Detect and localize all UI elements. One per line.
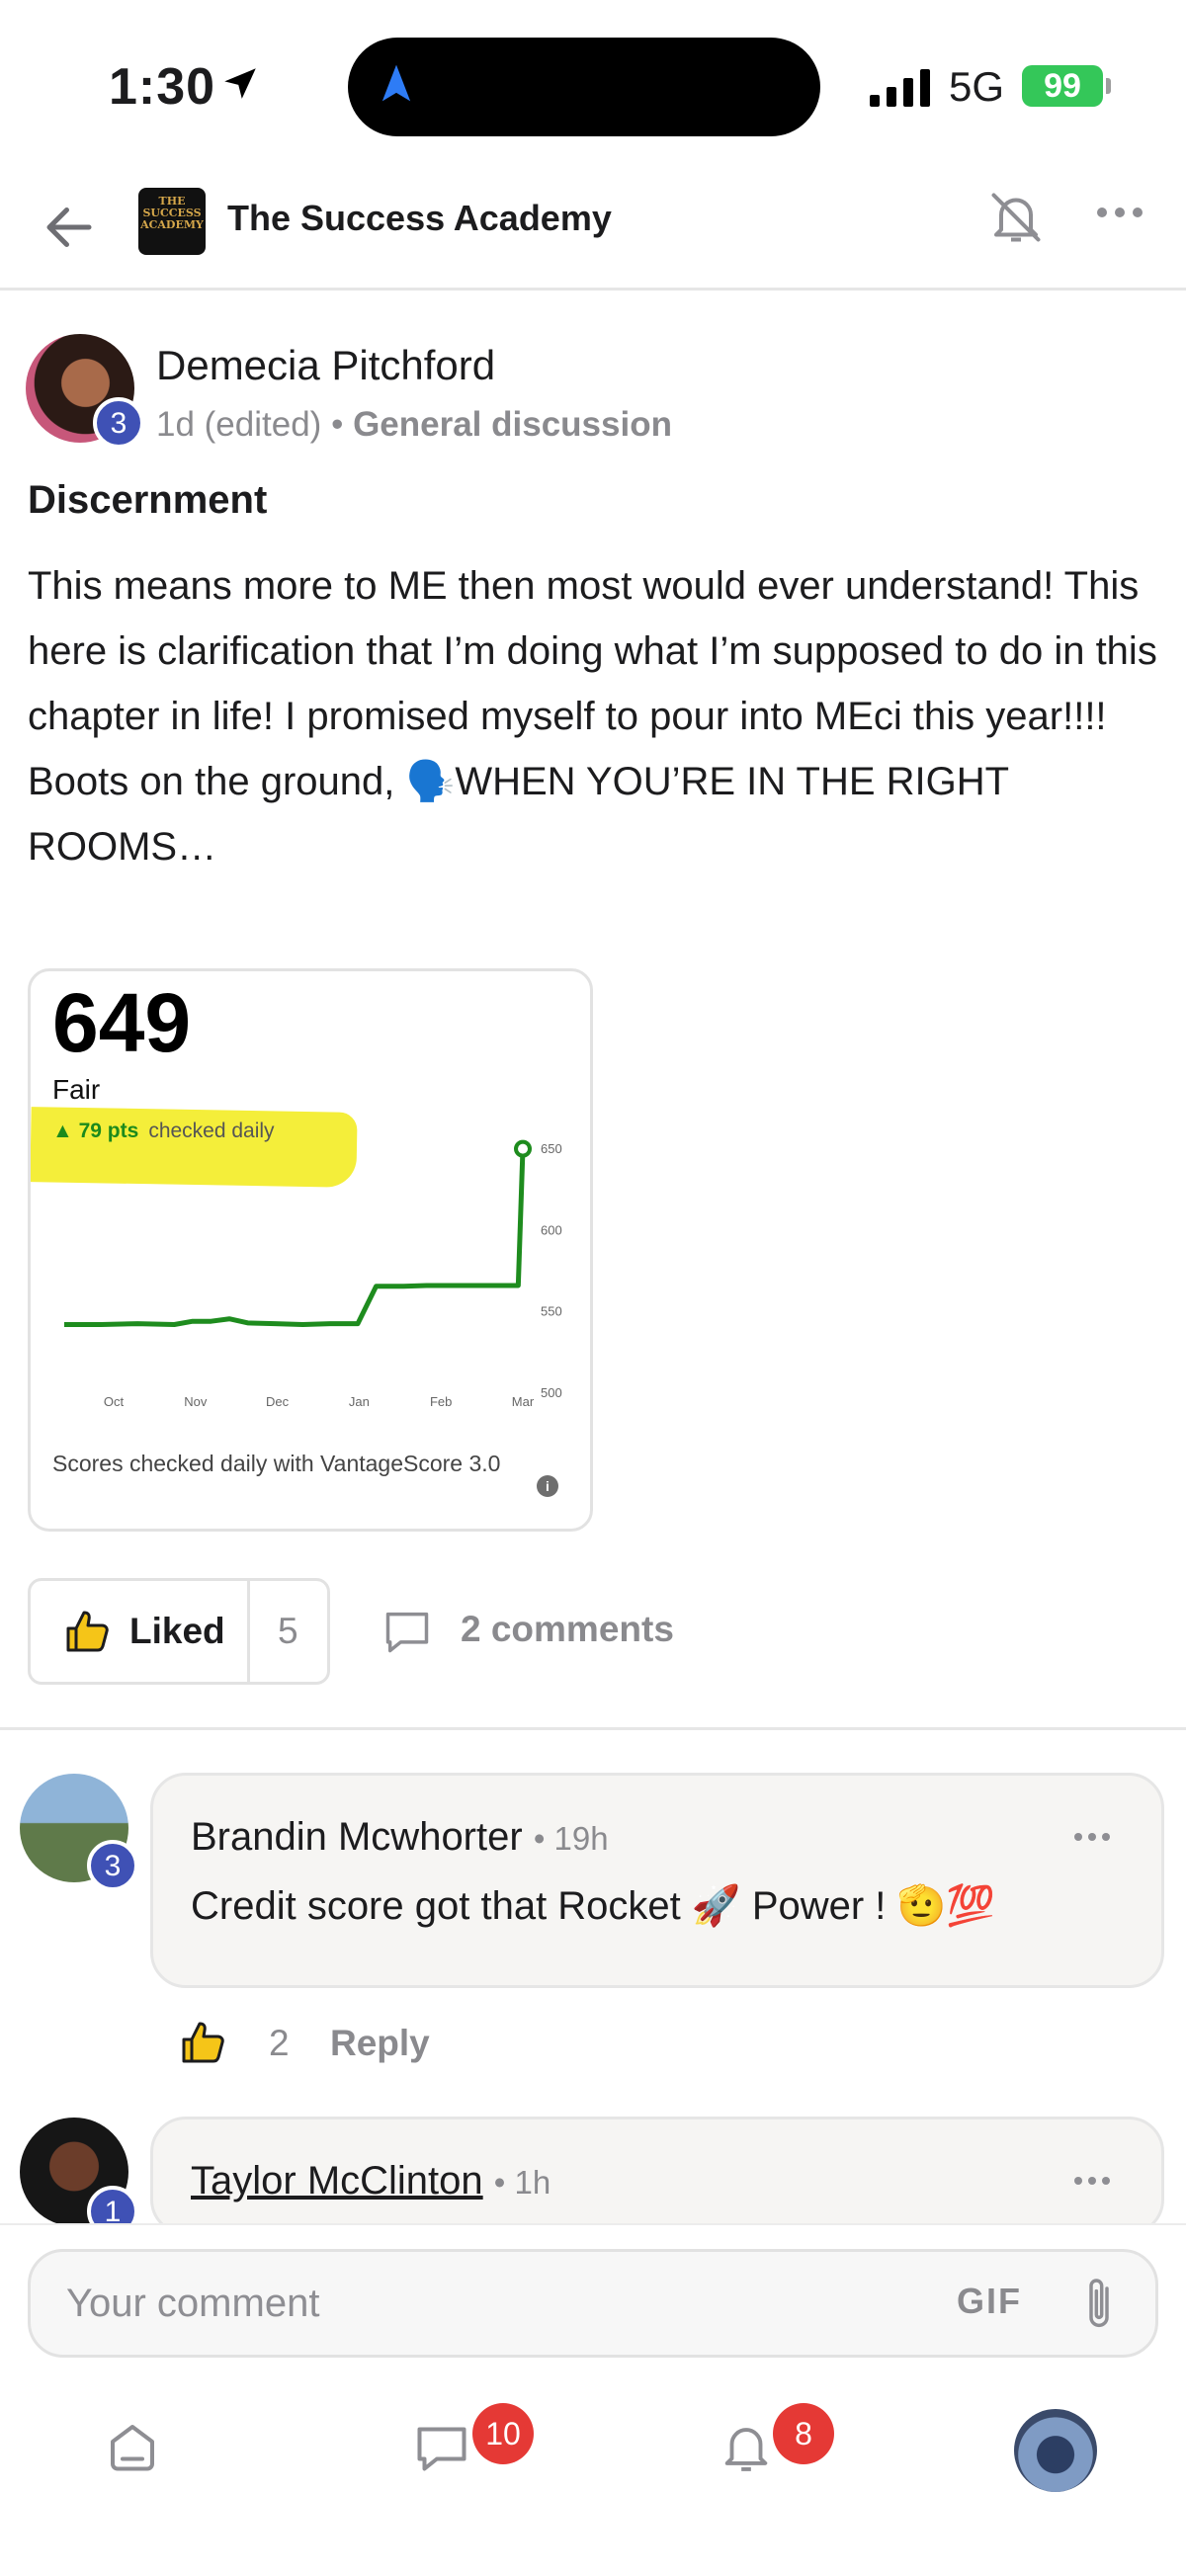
comment-time-value: 1h — [514, 2164, 551, 2201]
dynamic-island — [348, 38, 820, 136]
location-arrow-icon — [224, 68, 256, 99]
post-body: This means more to ME then most would ev… — [28, 553, 1164, 879]
group-name[interactable]: The Success Academy — [227, 198, 612, 239]
y-tick-label: 650 — [541, 1141, 562, 1156]
more-options-icon[interactable] — [1095, 203, 1144, 222]
like-divider — [247, 1581, 250, 1682]
thumbs-up-icon — [66, 1611, 109, 1652]
like-button[interactable]: Liked 5 — [28, 1578, 330, 1685]
status-bar: 1:30 5G 99 — [0, 0, 1186, 168]
credit-score-chart: 500 550 600 650 Oct Nov Dec Jan Feb Mar — [64, 1139, 562, 1409]
post-author-name[interactable]: Demecia Pitchford — [156, 342, 495, 389]
chat-bubble-icon — [417, 2427, 466, 2471]
meta-separator: • — [331, 405, 344, 444]
credit-score-value: 649 — [52, 976, 192, 1069]
back-arrow-icon[interactable] — [40, 198, 99, 257]
y-tick-label: 550 — [541, 1304, 562, 1319]
score-line — [64, 1148, 526, 1327]
post-time: 1d (edited) — [156, 405, 322, 444]
comment-author-name[interactable]: Taylor McClinton — [191, 2159, 483, 2202]
author-level: 3 — [110, 407, 127, 440]
x-tick-label: Jan — [349, 1394, 370, 1409]
x-tick-label: Dec — [266, 1394, 290, 1409]
navigation-arrow-icon — [381, 64, 411, 102]
author-level-badge: 3 — [93, 397, 144, 449]
gif-button[interactable]: GIF — [957, 2281, 1022, 2322]
group-logo-text: THE SUCCESS ACADEMY — [140, 195, 204, 231]
x-tick-label: Nov — [184, 1394, 208, 1409]
comment-time: • 1h — [493, 2164, 551, 2201]
battery-level: 99 — [1044, 67, 1081, 105]
thumbs-up-icon[interactable] — [180, 2020, 227, 2065]
home-icon — [111, 2425, 154, 2471]
profile-avatar-tab[interactable] — [1014, 2409, 1097, 2492]
network-type: 5G — [949, 63, 1005, 110]
paperclip-icon[interactable] — [1077, 2273, 1121, 2336]
comment-author-name[interactable]: Brandin Mcwhorter — [191, 1815, 523, 1859]
post-title: Discernment — [28, 478, 268, 522]
like-label: Liked — [129, 1611, 225, 1651]
comment-time-value: 19h — [553, 1820, 609, 1857]
x-tick-label: Feb — [430, 1394, 452, 1409]
messages-badge: 10 — [472, 2403, 534, 2464]
comment-header: Taylor McClinton • 1h — [191, 2159, 551, 2203]
post-category[interactable]: General discussion — [353, 405, 672, 444]
credit-score-rating: Fair — [52, 1074, 101, 1105]
comment-time: • 19h — [533, 1820, 609, 1857]
y-tick-label: 500 — [541, 1385, 562, 1400]
x-tick-label: Mar — [512, 1394, 535, 1409]
comment-like-count[interactable]: 2 — [269, 2023, 290, 2064]
info-icon-glyph: i — [546, 1478, 550, 1494]
commenter-level-badge: 3 — [87, 1840, 138, 1891]
section-divider — [0, 1727, 1186, 1730]
status-time: 1:30 — [109, 58, 216, 116]
bell-icon — [724, 2428, 768, 2471]
comment-more-icon[interactable] — [1072, 1831, 1112, 1843]
bottom-bar: GIF 10 8 — [0, 2223, 1186, 2576]
cellular-signal-icon — [870, 69, 930, 107]
commenter-level: 3 — [104, 1850, 122, 1882]
battery-tip — [1106, 78, 1111, 94]
comment-header: Brandin Mcwhorter • 19h — [191, 1815, 609, 1860]
reply-button[interactable]: Reply — [330, 2023, 430, 2064]
speaking-head-emoji: 🗣️ — [405, 760, 456, 803]
x-tick-label: Oct — [104, 1394, 125, 1409]
battery-indicator: 99 — [1022, 65, 1103, 107]
chart-footer-note: Scores checked daily with VantageScore 3… — [52, 1451, 501, 1476]
like-count[interactable]: 5 — [278, 1611, 298, 1652]
comment-text: Credit score got that Rocket 🚀 Power ! 🫡… — [191, 1884, 996, 1928]
comments-count-link[interactable]: 2 comments — [461, 1609, 674, 1650]
bell-muted-icon[interactable] — [986, 188, 1046, 247]
tab-home[interactable] — [73, 2387, 192, 2506]
post-image-credit-score[interactable]: 649 Fair ▲ 79 pts checked daily 500 550 600… — [28, 968, 593, 1532]
comment-bubble-icon[interactable] — [381, 1608, 433, 1655]
info-icon[interactable]: i — [537, 1475, 558, 1497]
notifications-badge: 8 — [773, 2403, 834, 2464]
comment-bubble: Taylor McClinton • 1h — [150, 2117, 1164, 2235]
group-logo[interactable]: THE SUCCESS ACADEMY — [138, 188, 206, 255]
comment-bubble: Brandin Mcwhorter • 19h Credit score got… — [150, 1773, 1164, 1988]
post-meta: 1d (edited) • General discussion — [156, 405, 672, 445]
y-tick-label: 600 — [541, 1222, 562, 1237]
latest-score-point — [514, 1139, 532, 1158]
comment-more-icon[interactable] — [1072, 2175, 1112, 2187]
